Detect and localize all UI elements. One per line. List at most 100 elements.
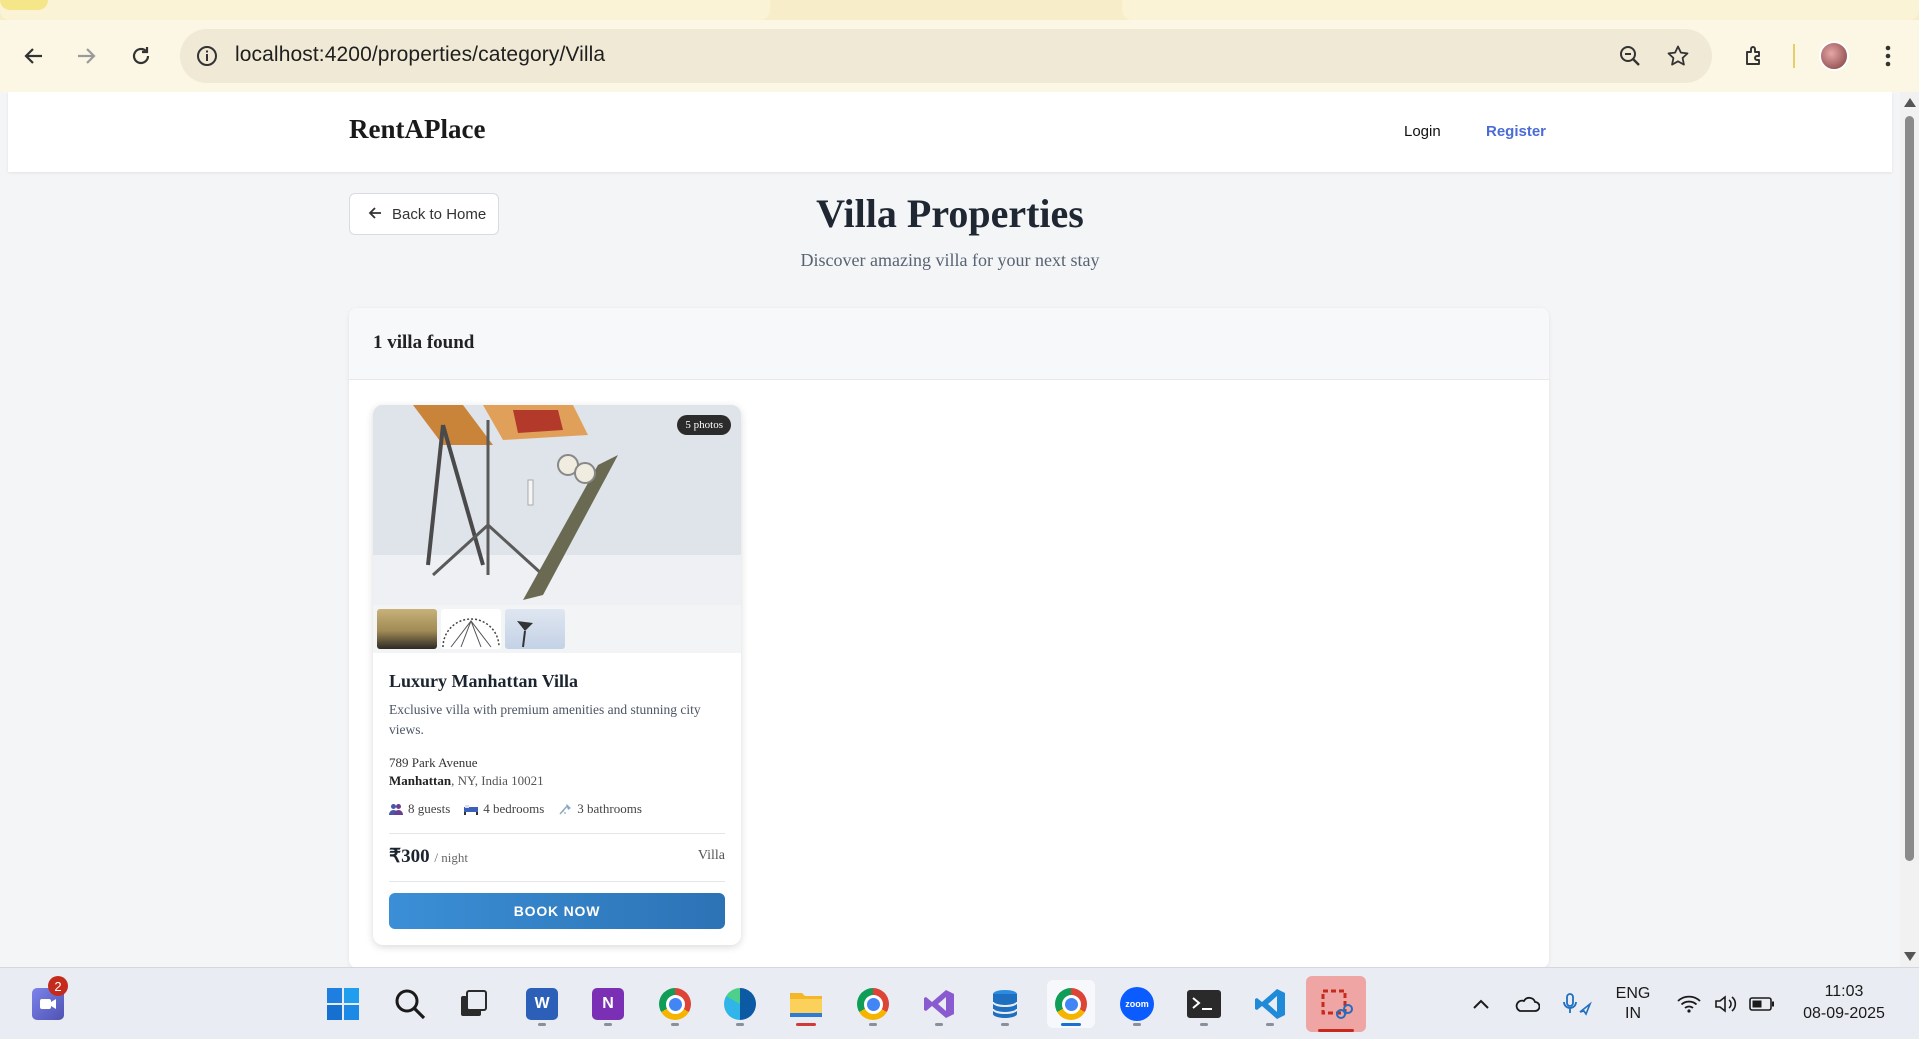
windows-start-icon <box>327 988 359 1020</box>
clock-time: 11:03 <box>1824 983 1864 1000</box>
site-info-icon[interactable] <box>194 43 220 69</box>
folder-icon <box>790 993 822 1017</box>
property-main-photo[interactable]: 5 photos <box>373 405 741 605</box>
chrome-icon <box>857 988 889 1020</box>
scroll-thumb[interactable] <box>1905 116 1914 861</box>
tray-overflow-chevron-icon[interactable] <box>1466 968 1496 1039</box>
scroll-down-icon[interactable] <box>1904 952 1916 961</box>
url-text[interactable]: localhost:4200/properties/category/Villa <box>235 43 605 67</box>
microphone-location-icon[interactable] <box>1560 968 1594 1039</box>
site-header: RentAPlace Login Register <box>8 92 1892 172</box>
chrome-icon <box>659 988 691 1020</box>
wifi-icon[interactable] <box>1673 968 1705 1039</box>
clock-date: 08-09-2025 <box>1803 1005 1885 1022</box>
taskbar-chrome-profile-1[interactable] <box>651 980 699 1028</box>
shower-icon <box>558 803 572 815</box>
notification-badge: 2 <box>48 976 68 996</box>
running-indicator <box>538 1023 546 1026</box>
amenity-bathrooms-label: 3 bathrooms <box>577 801 642 816</box>
nav-register-link[interactable]: Register <box>1486 123 1546 140</box>
extensions-icon[interactable] <box>1737 38 1773 74</box>
url-host: localhost <box>235 43 319 66</box>
taskbar-chrome-active[interactable] <box>1047 980 1095 1028</box>
scroll-up-icon[interactable] <box>1904 98 1916 107</box>
guests-icon <box>389 803 403 815</box>
amenity-bedrooms-label: 4 bedrooms <box>483 801 545 816</box>
browser-tab[interactable] <box>0 0 770 20</box>
page-title: Villa Properties <box>816 191 1084 236</box>
taskbar-visual-studio[interactable] <box>915 980 963 1028</box>
volume-icon[interactable] <box>1710 968 1742 1039</box>
taskbar-task-view[interactable] <box>449 980 497 1028</box>
bookmark-star-icon[interactable] <box>1663 41 1693 71</box>
amenity-bedrooms: 4 bedrooms <box>464 801 544 817</box>
running-indicator <box>1266 1023 1274 1026</box>
chrome-icon <box>1055 988 1087 1020</box>
input-language-indicator[interactable]: ENG IN <box>1610 984 1656 1024</box>
running-indicator <box>1200 1023 1208 1026</box>
taskbar-start[interactable] <box>319 980 367 1028</box>
photo-thumbnails <box>373 605 741 653</box>
running-indicator <box>604 1023 612 1026</box>
browser-tab[interactable] <box>1122 0 1919 20</box>
taskbar-edge[interactable] <box>716 980 764 1028</box>
taskbar-word[interactable]: W <box>518 980 566 1028</box>
property-type: Villa <box>697 848 725 863</box>
running-indicator <box>736 1023 744 1026</box>
zoom-app-icon: zoom <box>1120 987 1154 1021</box>
tab-favicon <box>0 0 48 10</box>
taskbar-zoom[interactable]: zoom <box>1113 980 1161 1028</box>
back-arrow-icon[interactable] <box>16 38 52 74</box>
address-bar[interactable]: localhost:4200/properties/category/Villa <box>180 29 1712 83</box>
nav-login-link[interactable]: Login <box>1404 123 1441 140</box>
forward-arrow-icon[interactable] <box>68 38 104 74</box>
taskbar-search[interactable] <box>386 980 434 1028</box>
divider <box>389 881 725 882</box>
divider <box>389 833 725 834</box>
page-scrollbar[interactable] <box>1900 92 1919 967</box>
snipping-tool-icon <box>1321 989 1353 1019</box>
taskbar-snipping-tool[interactable] <box>1306 976 1366 1032</box>
property-photo-illustration <box>373 405 741 605</box>
zoom-icon[interactable] <box>1615 41 1645 71</box>
property-street: 789 Park Avenue <box>389 755 478 770</box>
active-indicator <box>1318 1029 1354 1032</box>
more-menu-icon[interactable] <box>1870 38 1906 74</box>
site-logo[interactable]: RentAPlace <box>349 114 485 145</box>
thumbnail-image[interactable] <box>505 609 565 649</box>
thumbnail-image[interactable] <box>377 609 437 649</box>
battery-icon[interactable] <box>1746 968 1778 1039</box>
edge-icon <box>724 988 756 1020</box>
task-view-icon <box>461 990 487 1016</box>
database-icon <box>992 990 1018 1018</box>
taskbar-chrome-profile-2[interactable] <box>849 980 897 1028</box>
price-unit: / night <box>434 850 468 865</box>
results-panel: 1 villa found 5 photos Luxury Manhattan … <box>349 308 1549 967</box>
amenity-guests: 8 guests <box>389 801 450 817</box>
system-clock[interactable]: 11:03 08-09-2025 <box>1794 981 1894 1025</box>
running-indicator <box>1133 1023 1141 1026</box>
thumbnail-image[interactable] <box>441 609 501 649</box>
property-region: , NY, India 10021 <box>451 773 544 788</box>
taskbar-file-explorer[interactable] <box>782 980 830 1028</box>
amenity-guests-label: 8 guests <box>408 801 451 816</box>
taskbar-vscode[interactable] <box>1246 980 1294 1028</box>
taskbar-onenote[interactable]: N <box>584 980 632 1028</box>
running-indicator <box>1001 1023 1009 1026</box>
vscode-icon <box>1255 989 1285 1019</box>
url-path: :4200/properties/category/Villa <box>318 43 606 66</box>
language-code: ENG <box>1615 985 1651 1002</box>
page-viewport: RentAPlace Login Register Back to Home V… <box>0 92 1900 967</box>
running-indicator <box>869 1023 877 1026</box>
page-subtitle: Discover amazing villa for your next sta… <box>800 250 1100 270</box>
taskbar-database-tool[interactable] <box>981 980 1029 1028</box>
terminal-icon <box>1187 990 1221 1018</box>
property-card[interactable]: 5 photos Luxury Manhattan Villa Exclusiv… <box>373 405 741 945</box>
book-now-button[interactable]: BOOK NOW <box>389 893 725 929</box>
property-description: Exclusive villa with premium amenities a… <box>389 702 701 737</box>
taskbar-terminal[interactable] <box>1180 980 1228 1028</box>
property-title[interactable]: Luxury Manhattan Villa <box>389 671 578 692</box>
reload-icon[interactable] <box>123 38 159 74</box>
onedrive-cloud-icon[interactable] <box>1512 968 1542 1039</box>
profile-avatar[interactable] <box>1816 38 1852 74</box>
